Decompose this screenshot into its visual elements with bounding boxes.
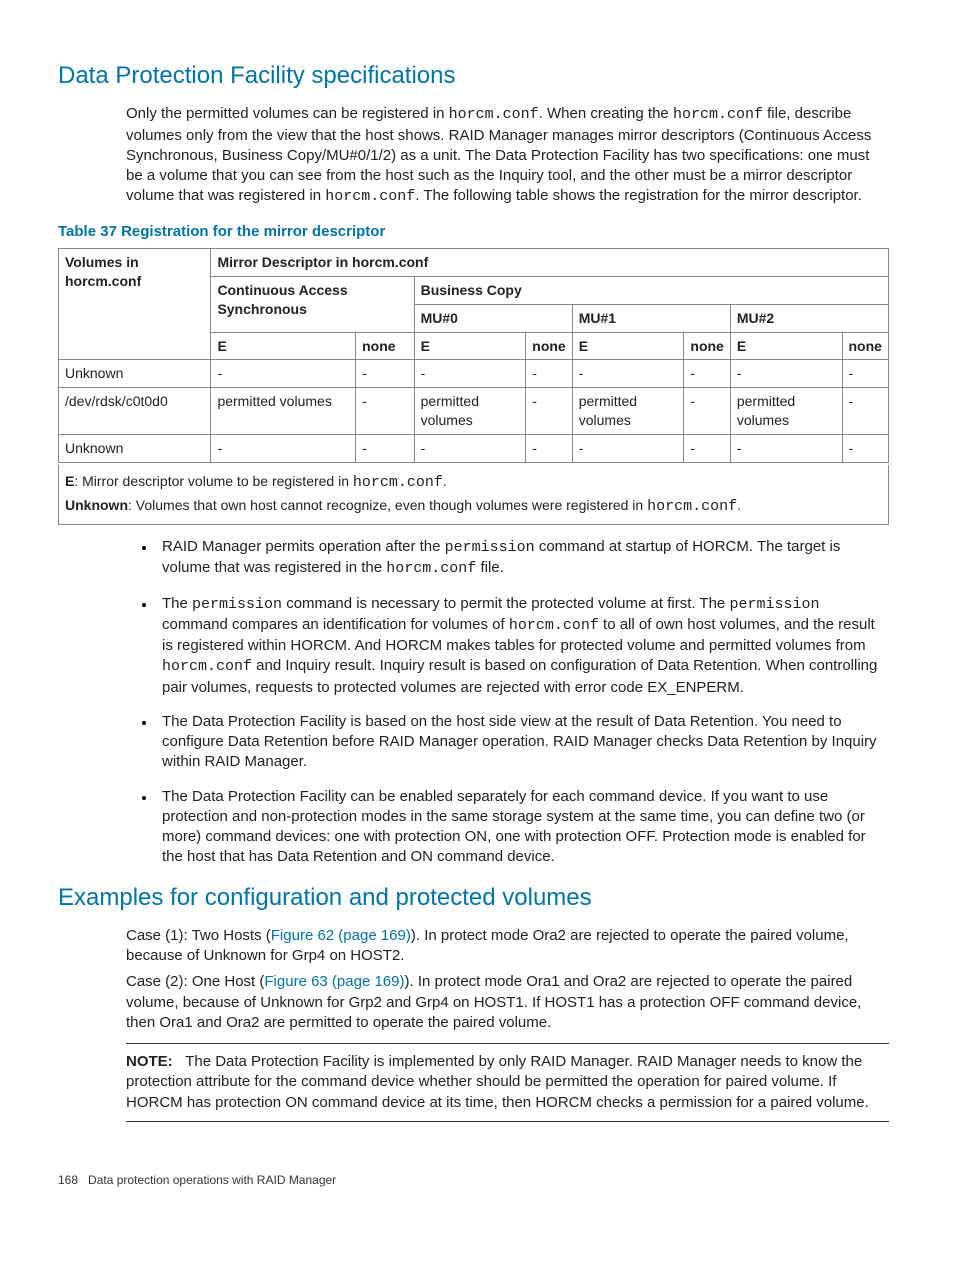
case2-paragraph: Case (2): One Host (Figure 63 (page 169)… bbox=[126, 972, 889, 1033]
note-label: NOTE: bbox=[126, 1053, 173, 1070]
col-e: E bbox=[730, 332, 842, 360]
list-item: The Data Protection Facility is based on… bbox=[156, 712, 889, 773]
case1-paragraph: Case (1): Two Hosts (Figure 62 (page 169… bbox=[126, 926, 889, 967]
figure-62-link[interactable]: Figure 62 (page 169) bbox=[271, 927, 411, 944]
page-footer: 168 Data protection operations with RAID… bbox=[58, 1172, 889, 1188]
col-mu0: MU#0 bbox=[414, 304, 572, 332]
mirror-descriptor-table: Volumes in horcm.conf Mirror Descriptor … bbox=[58, 248, 889, 463]
col-none: none bbox=[842, 332, 889, 360]
col-volumes: Volumes in horcm.conf bbox=[59, 248, 211, 360]
code-horcm-conf: horcm.conf bbox=[673, 106, 763, 123]
intro-paragraph: Only the permitted volumes can be regist… bbox=[126, 104, 889, 207]
col-mu2: MU#2 bbox=[730, 304, 888, 332]
table-caption: Table 37 Registration for the mirror des… bbox=[58, 222, 889, 242]
table-row: Unknown -- -- -- -- bbox=[59, 435, 889, 463]
table-footnotes: E: Mirror descriptor volume to be regist… bbox=[58, 465, 889, 525]
col-none: none bbox=[356, 332, 415, 360]
col-e: E bbox=[211, 332, 356, 360]
col-none: none bbox=[526, 332, 572, 360]
page-number: 168 bbox=[58, 1173, 78, 1187]
table-row: Unknown -- -- -- -- bbox=[59, 360, 889, 388]
table-row: /dev/rdsk/c0t0d0 permitted volumes- perm… bbox=[59, 388, 889, 435]
note-block: NOTE: The Data Protection Facility is im… bbox=[126, 1043, 889, 1122]
col-bc: Business Copy bbox=[414, 276, 888, 304]
note-text: The Data Protection Facility is implemen… bbox=[126, 1053, 869, 1111]
section-heading-2: Examples for configuration and protected… bbox=[58, 882, 889, 914]
col-mirror: Mirror Descriptor in horcm.conf bbox=[211, 248, 889, 276]
figure-63-link[interactable]: Figure 63 (page 169) bbox=[264, 973, 404, 990]
section-heading-1: Data Protection Facility specifications bbox=[58, 60, 889, 92]
bullet-list: RAID Manager permits operation after the… bbox=[126, 537, 889, 868]
col-e: E bbox=[414, 332, 526, 360]
code-horcm-conf: horcm.conf bbox=[449, 106, 539, 123]
footer-title: Data protection operations with RAID Man… bbox=[88, 1173, 336, 1187]
list-item: The permission command is necessary to p… bbox=[156, 594, 889, 698]
list-item: RAID Manager permits operation after the… bbox=[156, 537, 889, 580]
col-e: E bbox=[572, 332, 684, 360]
list-item: The Data Protection Facility can be enab… bbox=[156, 787, 889, 868]
col-none: none bbox=[684, 332, 730, 360]
col-mu1: MU#1 bbox=[572, 304, 730, 332]
code-horcm-conf: horcm.conf bbox=[325, 188, 415, 205]
col-cas: Continuous Access Synchronous bbox=[211, 276, 414, 332]
